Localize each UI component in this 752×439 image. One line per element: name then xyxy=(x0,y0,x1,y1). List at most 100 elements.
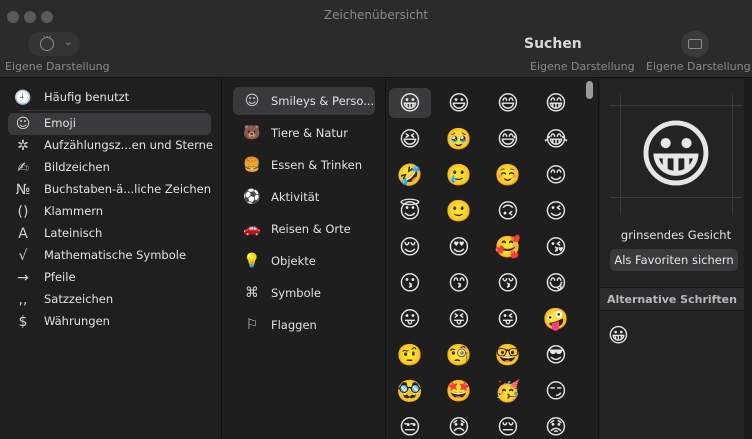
preview-emoji: 😀 xyxy=(637,112,715,198)
category-label: Mathematische Symbole xyxy=(44,248,187,262)
category-item[interactable]: № Buchstaben-ä...liche Zeichen xyxy=(8,179,211,201)
window-edge xyxy=(744,79,752,439)
emoji-cell[interactable]: 😂 xyxy=(535,124,577,154)
more-icon xyxy=(40,32,54,51)
emoji-cell[interactable]: 🤩 xyxy=(438,376,480,406)
subcategory-item[interactable]: ⚐ Flaggen xyxy=(233,311,375,339)
parentheses-icon: () xyxy=(17,204,29,220)
subcategory-item[interactable]: ☺ Smileys & Perso... xyxy=(233,87,375,115)
search-title[interactable]: Suchen xyxy=(524,36,582,52)
emoji-cell[interactable]: 😋 xyxy=(535,268,577,298)
arrow-icon: → xyxy=(17,270,29,286)
category-item[interactable]: $ Währungen xyxy=(8,311,211,333)
customize-label-right: Eigene Darstellung xyxy=(646,60,751,73)
emoji-cell[interactable]: 😙 xyxy=(438,268,480,298)
customize-view-button[interactable]: ⌄ xyxy=(28,32,80,56)
subcategory-item[interactable]: 🍔 Essen & Trinken xyxy=(233,151,375,179)
alternative-font-emoji[interactable]: 😀 xyxy=(608,323,629,347)
sidebar-icon xyxy=(688,39,702,49)
emoji-cell[interactable]: 😊 xyxy=(535,160,577,190)
emoji-cell[interactable]: 🤨 xyxy=(389,340,431,370)
emoji-cell[interactable]: 😜 xyxy=(487,304,529,334)
flag-icon: ⚐ xyxy=(245,317,259,333)
subcategory-label: Flaggen xyxy=(271,318,317,332)
category-label: Aufzählungsz...en und Sterne xyxy=(44,138,213,152)
asterisk-icon: ✲ xyxy=(17,138,29,154)
subcategory-label: Smileys & Perso... xyxy=(271,94,375,108)
emoji-cell[interactable]: 🥸 xyxy=(389,376,431,406)
emoji-cell[interactable]: 🧐 xyxy=(438,340,480,370)
emoji-cell[interactable]: 😁 xyxy=(535,88,577,118)
category-label: Emoji xyxy=(44,116,76,130)
emoji-cell[interactable]: 🥲 xyxy=(438,160,480,190)
category-label: Buchstaben-ä...liche Zeichen xyxy=(44,182,212,196)
emoji-cell[interactable]: 😟 xyxy=(535,412,577,439)
emoji-cell[interactable]: 😗 xyxy=(389,268,431,298)
category-label: Währungen xyxy=(44,314,110,328)
emoji-cell[interactable]: 🥰 xyxy=(487,232,529,262)
emoji-cell[interactable]: 😅 xyxy=(487,124,529,154)
punctuation-icon: ,, xyxy=(18,292,28,308)
emoji-cell[interactable]: 🥹 xyxy=(438,124,480,154)
emoji-cell[interactable]: 😄 xyxy=(487,88,529,118)
emoji-cell[interactable]: 😏 xyxy=(535,376,577,406)
emoji-cell[interactable]: 🥳 xyxy=(487,376,529,406)
category-label: Klammern xyxy=(44,204,104,218)
emoji-cell[interactable]: 😇 xyxy=(389,196,431,226)
subcategory-label: Reisen & Orte xyxy=(271,222,351,236)
category-label: Pfeile xyxy=(44,270,76,284)
emoji-cell[interactable]: 😃 xyxy=(438,88,480,118)
emoji-cell[interactable]: 😍 xyxy=(438,232,480,262)
category-label: Häufig benutzt xyxy=(44,90,130,104)
category-item[interactable]: ✲ Aufzählungsz...en und Sterne xyxy=(8,135,213,157)
emoji-cell[interactable]: 😛 xyxy=(389,304,431,334)
category-label: Lateinisch xyxy=(44,226,103,240)
subcategory-item[interactable]: 💡 Objekte xyxy=(233,247,375,275)
emoji-cell[interactable]: ☺️ xyxy=(487,160,529,190)
subcategory-label: Aktivität xyxy=(271,190,320,204)
category-item[interactable]: ✍ Bildzeichen xyxy=(8,157,211,179)
emoji-cell[interactable]: 🙂 xyxy=(438,196,480,226)
category-item[interactable]: → Pfeile xyxy=(8,267,211,289)
emoji-cell[interactable]: 😎 xyxy=(535,340,577,370)
emoji-cell[interactable]: 😘 xyxy=(535,232,577,262)
subcategory-item[interactable]: 🚗 Reisen & Orte xyxy=(233,215,375,243)
category-item[interactable]: 🕘 Häufig benutzt xyxy=(8,87,211,109)
subcategory-item[interactable]: 🐻 Tiere & Natur xyxy=(233,119,375,147)
subcategory-item[interactable]: ⌘ Symbole xyxy=(233,279,375,307)
emoji-cell[interactable]: 🙃 xyxy=(487,196,529,226)
scrollbar[interactable] xyxy=(583,79,595,439)
subcategory-label: Objekte xyxy=(271,254,316,268)
emoji-cell[interactable]: 😀 xyxy=(389,88,431,118)
emoji-cell[interactable]: 😉 xyxy=(535,196,577,226)
category-item[interactable]: ☺ Emoji xyxy=(8,113,211,135)
category-item[interactable]: √ Mathematische Symbole xyxy=(8,245,211,267)
customize-label-left: Eigene Darstellung xyxy=(5,60,110,73)
numero-icon: № xyxy=(15,182,31,198)
add-to-favorites-button[interactable]: Als Favoriten sichern xyxy=(610,249,738,271)
emoji-cell[interactable]: 😚 xyxy=(487,268,529,298)
emoji-cell[interactable]: 😆 xyxy=(389,124,431,154)
category-item[interactable]: A Lateinisch xyxy=(8,223,211,245)
emoji-cell[interactable]: 😞 xyxy=(438,412,480,439)
character-viewer-window: Zeichenübersicht ⌄ Eigene Darstellung Su… xyxy=(0,0,752,439)
category-item[interactable]: () Klammern xyxy=(8,201,211,223)
emoji-cell[interactable]: 🤓 xyxy=(487,340,529,370)
sidebar-toggle-button[interactable] xyxy=(681,31,709,57)
emoji-cell[interactable]: 🤪 xyxy=(535,304,577,334)
emoji-cell[interactable]: 🤣 xyxy=(389,160,431,190)
subcategory-item[interactable]: ⚽ Aktivität xyxy=(233,183,375,211)
emoji-cell[interactable]: 😝 xyxy=(438,304,480,334)
category-item[interactable]: ,, Satzzeichen xyxy=(8,289,211,311)
window-title: Zeichenübersicht xyxy=(323,8,429,22)
customize-label-search: Eigene Darstellung xyxy=(530,60,635,73)
scrollbar-thumb[interactable] xyxy=(586,81,593,99)
detail-panel: 😀 grinsendes Gesicht Als Favoriten siche… xyxy=(600,79,752,439)
dollar-icon: $ xyxy=(18,314,28,330)
emoji-cell[interactable]: 😒 xyxy=(389,412,431,439)
alternative-fonts-title: Alternative Schriften xyxy=(607,293,737,306)
emoji-name: grinsendes Gesicht xyxy=(620,228,732,242)
subcategory-label: Symbole xyxy=(271,286,321,300)
emoji-cell[interactable]: 😌 xyxy=(389,232,431,262)
emoji-cell[interactable]: 😔 xyxy=(487,412,529,439)
